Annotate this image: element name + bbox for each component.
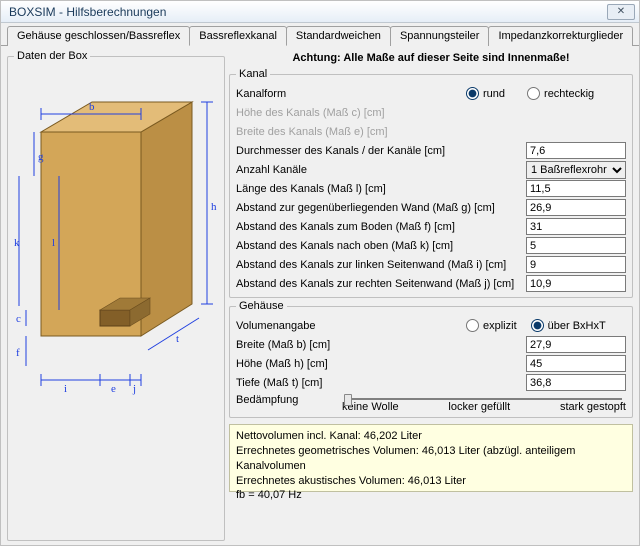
result-geomvol: Errechnetes geometrisches Volumen: 46,01… bbox=[236, 444, 626, 474]
anzahl-label: Anzahl Kanäle bbox=[236, 164, 526, 176]
tab-voltage-divider[interactable]: Spannungsteiler bbox=[390, 26, 490, 46]
tab-enclosure[interactable]: Gehäuse geschlossen/Bassreflex bbox=[7, 26, 190, 46]
kanal-breite-label: Breite des Kanals (Maß e) [cm] bbox=[236, 126, 626, 138]
abstand-oben-input[interactable] bbox=[526, 237, 626, 254]
bedampfung-label: Bedämpfung bbox=[236, 394, 314, 406]
vol-explizit-radio[interactable] bbox=[466, 319, 479, 332]
breite-input[interactable] bbox=[526, 336, 626, 353]
tab-bassreflex-channel[interactable]: Bassreflexkanal bbox=[189, 26, 287, 46]
content-area: Daten der Box bbox=[1, 46, 639, 545]
svg-text:e: e bbox=[111, 383, 116, 395]
kanalform-rund[interactable]: rund bbox=[466, 87, 505, 100]
left-panel: Daten der Box bbox=[7, 50, 223, 541]
abstand-links-label: Abstand des Kanals zur linken Seitenwand… bbox=[236, 259, 526, 271]
svg-text:t: t bbox=[176, 333, 179, 345]
kanalform-rund-radio[interactable] bbox=[466, 87, 479, 100]
svg-text:i: i bbox=[64, 383, 67, 395]
abstand-oben-label: Abstand des Kanals nach oben (Maß k) [cm… bbox=[236, 240, 526, 252]
titlebar: BOXSIM - Hilfsberechnungen ✕ bbox=[1, 1, 639, 23]
vol-bxhxt[interactable]: über BxHxT bbox=[531, 319, 606, 332]
svg-text:h: h bbox=[211, 201, 217, 213]
kanal-hoehe-label: Höhe des Kanals (Maß c) [cm] bbox=[236, 107, 626, 119]
abstand-wand-input[interactable] bbox=[526, 199, 626, 216]
breite-label: Breite (Maß b) [cm] bbox=[236, 339, 526, 351]
kanalform-rechteckig-radio[interactable] bbox=[527, 87, 540, 100]
abstand-rechts-input[interactable] bbox=[526, 275, 626, 292]
gehause-group: Gehäuse Volumenangabe explizit über BxHx… bbox=[229, 300, 633, 418]
anzahl-select[interactable]: 1 Baßreflexrohr bbox=[526, 161, 626, 179]
svg-text:b: b bbox=[89, 101, 95, 113]
hoehe-label: Höhe (Maß h) [cm] bbox=[236, 358, 526, 370]
svg-text:k: k bbox=[14, 237, 20, 249]
tiefe-label: Tiefe (Maß t) [cm] bbox=[236, 377, 526, 389]
svg-text:j: j bbox=[132, 383, 136, 395]
right-panel: Achtung: Alle Maße auf dieser Seite sind… bbox=[229, 50, 633, 541]
slider-thumb[interactable] bbox=[344, 394, 352, 406]
durchmesser-label: Durchmesser des Kanals / der Kanäle [cm] bbox=[236, 145, 526, 157]
warning-text: Achtung: Alle Maße auf dieser Seite sind… bbox=[229, 52, 633, 64]
laenge-label: Länge des Kanals (Maß l) [cm] bbox=[236, 183, 526, 195]
box-diagram: b h t g k l c f i e j bbox=[14, 66, 218, 406]
laenge-input[interactable] bbox=[526, 180, 626, 197]
close-button[interactable]: ✕ bbox=[607, 4, 635, 20]
durchmesser-input[interactable] bbox=[526, 142, 626, 159]
svg-text:g: g bbox=[38, 151, 44, 163]
gehause-legend: Gehäuse bbox=[236, 300, 287, 312]
abstand-rechts-label: Abstand des Kanals zur rechten Seitenwan… bbox=[236, 278, 526, 290]
vol-label: Volumenangabe bbox=[236, 320, 466, 332]
abstand-links-input[interactable] bbox=[526, 256, 626, 273]
kanal-legend: Kanal bbox=[236, 68, 270, 80]
vol-bxhxt-radio[interactable] bbox=[531, 319, 544, 332]
results-box: Nettovolumen incl. Kanal: 46,202 Liter E… bbox=[229, 424, 633, 492]
bedampfung-slider[interactable] bbox=[346, 398, 622, 400]
tab-standard-crossovers[interactable]: Standardweichen bbox=[286, 26, 391, 46]
result-akuvol: Errechnetes akustisches Volumen: 46,013 … bbox=[236, 474, 626, 489]
box-data-legend: Daten der Box bbox=[14, 50, 90, 62]
app-window: BOXSIM - Hilfsberechnungen ✕ Gehäuse ges… bbox=[0, 0, 640, 546]
tab-strip: Gehäuse geschlossen/Bassreflex Bassrefle… bbox=[1, 25, 639, 46]
vol-explizit[interactable]: explizit bbox=[466, 319, 517, 332]
abstand-boden-input[interactable] bbox=[526, 218, 626, 235]
svg-text:c: c bbox=[16, 313, 21, 325]
result-fb: fb = 40,07 Hz bbox=[236, 488, 626, 503]
abstand-wand-label: Abstand zur gegenüberliegenden Wand (Maß… bbox=[236, 202, 526, 214]
damp-stuffed-label: stark gestopft bbox=[560, 401, 626, 413]
abstand-boden-label: Abstand des Kanals zum Boden (Maß f) [cm… bbox=[236, 221, 526, 233]
damp-loose-label: locker gefüllt bbox=[448, 401, 510, 413]
svg-text:f: f bbox=[16, 347, 20, 359]
svg-text:l: l bbox=[52, 237, 55, 249]
window-title: BOXSIM - Hilfsberechnungen bbox=[9, 5, 166, 19]
tab-impedance-correction[interactable]: Impedanzkorrekturglieder bbox=[488, 26, 633, 46]
tiefe-input[interactable] bbox=[526, 374, 626, 391]
hoehe-input[interactable] bbox=[526, 355, 626, 372]
result-netvol: Nettovolumen incl. Kanal: 46,202 Liter bbox=[236, 429, 626, 444]
kanalform-label: Kanalform bbox=[236, 88, 466, 100]
kanalform-rechteckig[interactable]: rechteckig bbox=[527, 87, 594, 100]
kanal-group: Kanal Kanalform rund rechteckig Höhe des… bbox=[229, 68, 633, 298]
box-data-group: Daten der Box bbox=[7, 50, 225, 541]
